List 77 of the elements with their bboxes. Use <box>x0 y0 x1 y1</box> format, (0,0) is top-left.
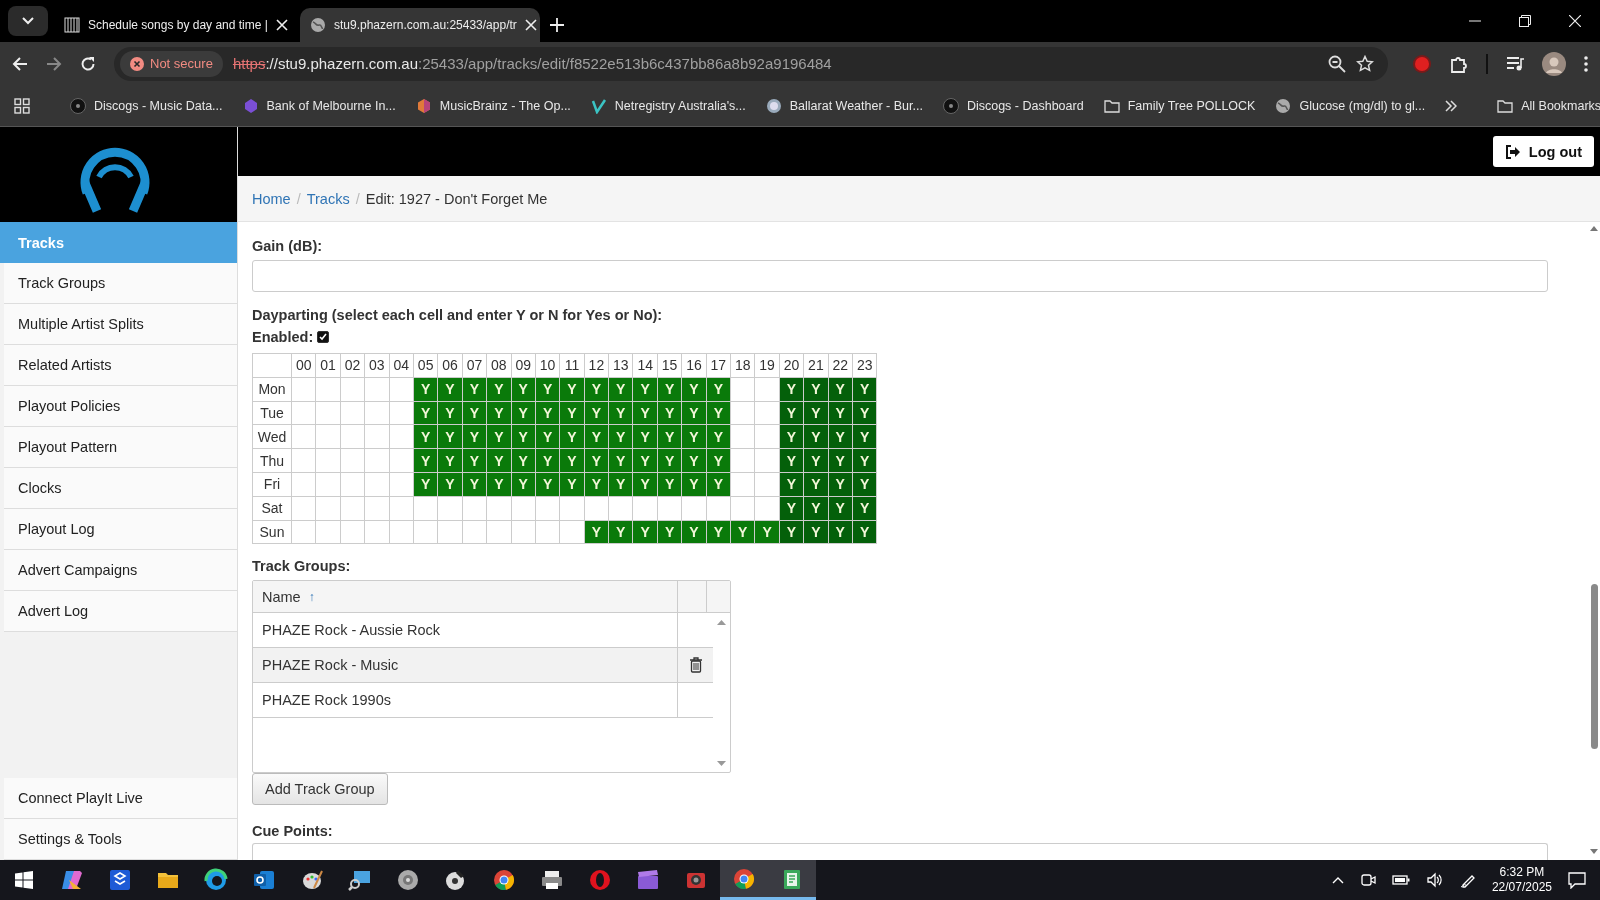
hour-header: 12 <box>584 353 609 378</box>
hour-header: 03 <box>364 353 390 378</box>
hour-header: 23 <box>852 353 877 378</box>
field-label: Gain (dB): <box>252 238 323 254</box>
bookmark[interactable]: Bank of Melbourne In... <box>242 97 396 114</box>
hour-header: 16 <box>681 353 707 378</box>
breadcrumb-link[interactable]: Home <box>252 190 291 207</box>
day-label: Fri <box>252 472 292 497</box>
hour-header: 11 <box>559 353 585 378</box>
day-label: Sun <box>252 520 292 544</box>
bookmark[interactable]: Family Tree POLLOCK <box>1103 97 1256 114</box>
bookmark[interactable]: Glucose (mg/dl) to gl... <box>1275 97 1426 114</box>
hour-header: 02 <box>340 353 365 378</box>
breadcrumb-link[interactable]: Tracks <box>306 190 350 207</box>
security-badge[interactable]: Not secure <box>120 50 223 77</box>
hour-header: 20 <box>779 353 804 378</box>
sidebar-item[interactable]: Track Groups <box>4 263 237 304</box>
bookmark[interactable]: MusicBrainz - The Op... <box>415 97 571 114</box>
bookmark[interactable]: Discogs - Music Data... <box>70 97 223 114</box>
sidebar-item[interactable]: Tracks <box>0 222 237 263</box>
security-label: Not secure <box>150 56 213 71</box>
sidebar-item[interactable]: Playout Policies <box>4 386 237 427</box>
bookmark[interactable]: Discogs - Dashboard <box>942 97 1084 114</box>
hour-header: 06 <box>437 353 463 378</box>
tab-title: Schedule songs by day and time | <box>88 18 268 32</box>
field-label: Dayparting (select each cell and enter Y or N for Yes or No): <box>252 307 663 323</box>
day-label: Sat <box>252 496 292 521</box>
hour-header: 01 <box>315 353 341 378</box>
add-track-group-button[interactable]: Add Track Group <box>252 773 388 806</box>
browser-tab[interactable]: Schedule songs by day and time | <box>54 8 294 42</box>
field-label: Cue Points: <box>252 823 333 840</box>
breadcrumb-separator: / <box>354 190 361 207</box>
hour-header: 13 <box>608 353 633 378</box>
breadcrumb-current: Edit: 1927 - Don't Forget Me <box>365 190 548 207</box>
sidebar-item[interactable]: Playout Log <box>4 509 237 550</box>
hour-header: 22 <box>828 353 853 378</box>
sort-arrow-icon[interactable]: ↑ <box>308 589 315 604</box>
sidebar-item[interactable]: Clocks <box>4 468 237 509</box>
field-label: Enabled: <box>252 329 314 345</box>
sidebar-item[interactable]: Playout Pattern <box>4 427 237 468</box>
table-cell[interactable]: PHAZE Rock 1990s <box>253 683 678 718</box>
sidebar-item[interactable]: Advert Log <box>4 591 237 632</box>
clock-time[interactable]: 6:32 PM <box>1499 865 1545 880</box>
hour-header: 18 <box>730 353 755 378</box>
breadcrumb-separator: / <box>295 190 302 207</box>
hour-header: 00 <box>291 353 316 378</box>
hour-header: 10 <box>535 353 560 378</box>
hour-header: 15 <box>657 353 682 378</box>
clock-date[interactable]: 22/07/2025 <box>1491 880 1552 895</box>
field-label: Track Groups: <box>252 558 351 575</box>
day-label: Mon <box>252 377 292 402</box>
tab-title: stu9.phazern.com.au:25433/app/tr <box>334 18 517 32</box>
day-label: Tue <box>252 401 292 425</box>
sidebar-item[interactable]: Advert Campaigns <box>4 550 237 591</box>
hour-header: 21 <box>803 353 829 378</box>
all-bookmarks-button[interactable]: All Bookmarks <box>1497 97 1600 114</box>
sidebar-item[interactable]: Related Artists <box>4 345 237 386</box>
bookmark[interactable]: Ballarat Weather - Bur... <box>765 97 923 114</box>
browser-tab[interactable]: stu9.phazern.com.au:25433/app/tr <box>300 8 540 42</box>
hour-header: 08 <box>486 353 511 378</box>
bookmark[interactable]: Netregistry Australia's... <box>590 97 746 114</box>
address-field[interactable]: https://stu9.phazern.com.au:25433/app/tracks/edit/f8522e513b6c437bb86a8b92a9196484 <box>232 55 1318 72</box>
sidebar-item[interactable]: Connect PlayIt Live <box>4 778 237 819</box>
hour-header: 04 <box>389 353 414 378</box>
hour-header: 09 <box>511 353 536 378</box>
logout-button[interactable]: Log out <box>1492 136 1594 167</box>
table-cell[interactable]: PHAZE Rock - Aussie Rock <box>253 613 678 648</box>
hour-header: 05 <box>413 353 438 378</box>
column-title: Name <box>262 588 301 605</box>
day-label: Thu <box>252 448 292 473</box>
day-label: Wed <box>252 424 292 449</box>
hour-header: 17 <box>706 353 731 378</box>
hour-header: 14 <box>632 353 658 378</box>
hour-header: 19 <box>754 353 780 378</box>
sidebar-item[interactable]: Settings & Tools <box>4 819 237 860</box>
hour-header: 07 <box>462 353 487 378</box>
sidebar-item[interactable]: Multiple Artist Splits <box>4 304 237 345</box>
